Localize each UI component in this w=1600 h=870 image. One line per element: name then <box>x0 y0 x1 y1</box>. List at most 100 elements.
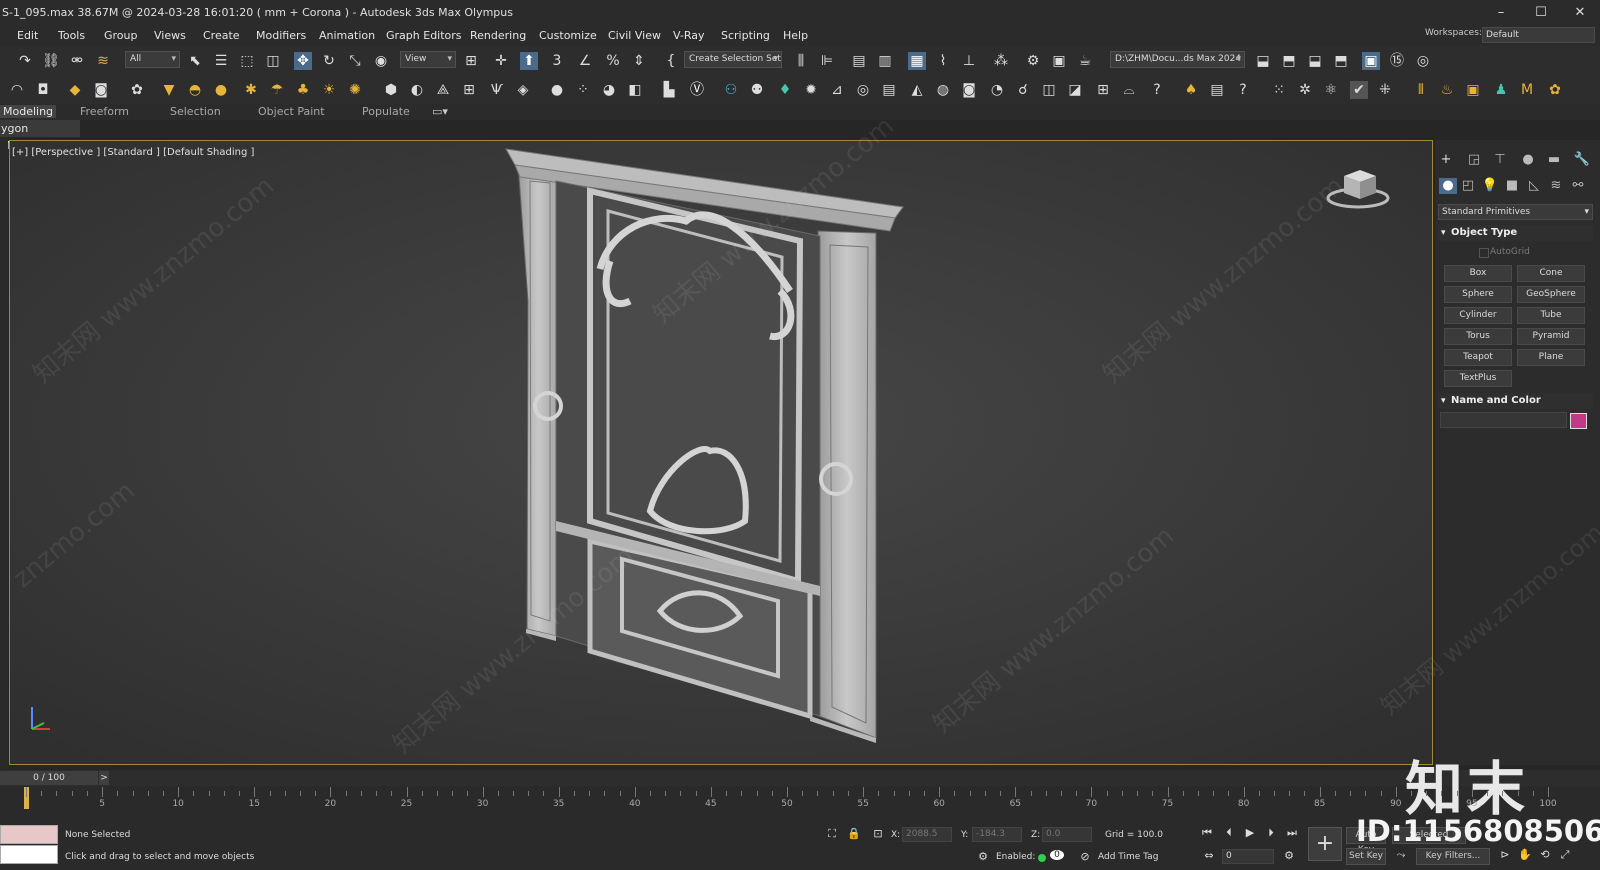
set-key-big-icon[interactable]: + <box>1308 827 1342 861</box>
spacewarps-icon[interactable]: ≋ <box>1547 178 1565 194</box>
motion-tab-icon[interactable]: ● <box>1519 152 1537 168</box>
time-slider-next-button[interactable]: > <box>99 771 109 785</box>
layer-explorer-icon[interactable]: ▥ <box>876 52 894 70</box>
help-icon[interactable]: ? <box>1148 81 1166 99</box>
z-coord-input[interactable]: 0.0 <box>1042 827 1092 842</box>
tool-2-20-icon[interactable]: ● <box>548 81 566 99</box>
tool-2-1-icon[interactable]: ◠ <box>8 81 26 99</box>
tool-2-40-icon[interactable]: ⊞ <box>1094 81 1112 99</box>
maximize-viewport-icon[interactable]: ⤢ <box>1558 848 1572 862</box>
menu-create[interactable]: Create <box>203 29 240 42</box>
reference-coordinate-dropdown[interactable]: View <box>400 51 456 68</box>
ribbon-panel-polygon-modeling[interactable]: ygon Modeling <box>0 120 80 152</box>
tool-2-52-icon[interactable]: ♨ <box>1438 81 1456 99</box>
maxscript-listener-bottom[interactable] <box>0 845 58 864</box>
tab-object-paint[interactable]: Object Paint <box>258 105 325 118</box>
mirror-icon[interactable]: ⫼ <box>792 52 810 70</box>
tool-2-28-icon[interactable]: ♦ <box>776 81 794 99</box>
toolbar-extra-6-icon[interactable]: ⑮ <box>1388 52 1406 70</box>
tool-2-56-icon[interactable]: ✿ <box>1546 81 1564 99</box>
vray-logo-icon[interactable]: Ⓥ <box>688 81 706 99</box>
tool-2-23-icon[interactable]: ◧ <box>626 81 644 99</box>
edit-named-selection-icon[interactable]: { <box>662 52 680 70</box>
tool-2-53-icon[interactable]: ▣ <box>1464 81 1482 99</box>
tool-2-44-icon[interactable]: ▤ <box>1208 81 1226 99</box>
link-icon[interactable]: ⛓ <box>42 52 60 70</box>
tool-2-30-icon[interactable]: ⊿ <box>828 81 846 99</box>
tool-2-16-icon[interactable]: ⟁ <box>434 81 452 99</box>
select-object-icon[interactable]: ⬉ <box>186 52 204 70</box>
toolbar-extra-2-icon[interactable]: ⬒ <box>1280 52 1298 70</box>
menu-vray[interactable]: V-Ray <box>673 29 705 42</box>
tool-2-43-icon[interactable]: ♠ <box>1182 81 1200 99</box>
menu-rendering[interactable]: Rendering <box>470 29 526 42</box>
tool-2-29-icon[interactable]: ✹ <box>802 81 820 99</box>
tool-2-26-icon[interactable]: ⚇ <box>722 81 740 99</box>
maximize-button[interactable]: ☐ <box>1521 0 1561 26</box>
redo-icon[interactable]: ↷ <box>16 52 34 70</box>
teapot-button[interactable]: Teapot <box>1444 349 1512 366</box>
previous-frame-icon[interactable]: ⏴ <box>1222 826 1236 840</box>
shapes-icon[interactable]: ◰ <box>1459 178 1477 194</box>
material-editor-icon[interactable]: ⁂ <box>992 52 1010 70</box>
hierarchy-tab-icon[interactable]: ⊤ <box>1491 152 1509 168</box>
tool-2-37-icon[interactable]: ☌ <box>1014 81 1032 99</box>
close-button[interactable]: ✕ <box>1560 0 1600 26</box>
set-key-button[interactable]: Set Key <box>1346 848 1386 865</box>
name-and-color-rollout-header[interactable]: Name and Color <box>1438 393 1593 409</box>
tool-2-46-icon[interactable]: ⁙ <box>1270 81 1288 99</box>
menu-civil-view[interactable]: Civil View <box>608 29 661 42</box>
menu-graph-editors[interactable]: Graph Editors <box>386 29 462 42</box>
tool-2-2-icon[interactable]: ◘ <box>34 81 52 99</box>
help-2-icon[interactable]: ? <box>1234 81 1252 99</box>
cylinder-button[interactable]: Cylinder <box>1444 307 1512 324</box>
autogrid-checkbox[interactable]: AutoGrid <box>1479 247 1530 258</box>
select-manipulate-icon[interactable]: ✛ <box>492 52 510 70</box>
helpers-icon[interactable]: ◺ <box>1525 178 1543 194</box>
tool-2-21-icon[interactable]: ⁘ <box>574 81 592 99</box>
plane-button[interactable]: Plane <box>1517 349 1585 366</box>
perspective-viewport[interactable] <box>9 140 1433 765</box>
toolbar-extra-5-icon[interactable]: ▣ <box>1362 52 1380 70</box>
tool-2-6-icon[interactable]: ▼ <box>160 81 178 99</box>
adaptive-degradation-icon[interactable]: ⚙ <box>976 850 990 863</box>
tool-2-19-icon[interactable]: ◈ <box>514 81 532 99</box>
menu-edit[interactable]: Edit <box>17 29 38 42</box>
selection-lock-icon[interactable]: 🔒 <box>846 827 862 840</box>
create-tab-icon[interactable]: + <box>1437 152 1455 168</box>
selection-filter-dropdown[interactable]: All <box>125 51 180 68</box>
tool-2-36-icon[interactable]: ◔ <box>988 81 1006 99</box>
absolute-mode-icon[interactable]: ⊡ <box>870 827 886 840</box>
scene-explorer-icon[interactable]: ▤ <box>850 52 868 70</box>
y-coord-input[interactable]: -184.3 <box>972 827 1022 842</box>
tool-2-41-icon[interactable]: ⌓ <box>1120 81 1138 99</box>
menu-modifiers[interactable]: Modifiers <box>256 29 306 42</box>
tool-2-10-icon[interactable]: ☂ <box>268 81 286 99</box>
primitive-category-dropdown[interactable]: Standard Primitives <box>1438 204 1593 220</box>
cameras-icon[interactable]: ■ <box>1503 178 1521 194</box>
render-production-icon[interactable]: ☕ <box>1076 52 1094 70</box>
pivot-center-icon[interactable]: ⊞ <box>462 52 480 70</box>
isolate-selection-icon[interactable]: ⛶ <box>824 827 840 841</box>
go-to-end-icon[interactable]: ⏭ <box>1285 826 1299 840</box>
geometry-icon[interactable]: ● <box>1439 178 1457 194</box>
geosphere-button[interactable]: GeoSphere <box>1517 286 1585 303</box>
x-coord-input[interactable]: 2088.5 <box>902 827 952 842</box>
lights-icon[interactable]: 💡 <box>1481 178 1499 194</box>
display-tab-icon[interactable]: ▬ <box>1545 152 1563 168</box>
maxscript-listener-top[interactable] <box>0 825 58 844</box>
align-icon[interactable]: ⊫ <box>818 52 836 70</box>
tool-2-3-icon[interactable]: ◆ <box>66 81 84 99</box>
schematic-view-icon[interactable]: ⊥ <box>960 52 978 70</box>
go-to-start-icon[interactable]: ⏮ <box>1200 826 1214 840</box>
time-slider[interactable]: 0 / 100 <box>0 771 98 785</box>
toolbar-extra-1-icon[interactable]: ⬓ <box>1254 52 1272 70</box>
tool-2-54-icon[interactable]: ♟ <box>1492 81 1510 99</box>
tool-2-7-icon[interactable]: ◓ <box>186 81 204 99</box>
tab-selection[interactable]: Selection <box>170 105 221 118</box>
tab-modeling[interactable]: Modeling <box>0 105 57 118</box>
sphere-button[interactable]: Sphere <box>1444 286 1512 303</box>
place-icon[interactable]: ◉ <box>372 52 390 70</box>
unlink-icon[interactable]: ⚮ <box>68 52 86 70</box>
curve-editor-icon[interactable]: ⌇ <box>934 52 952 70</box>
